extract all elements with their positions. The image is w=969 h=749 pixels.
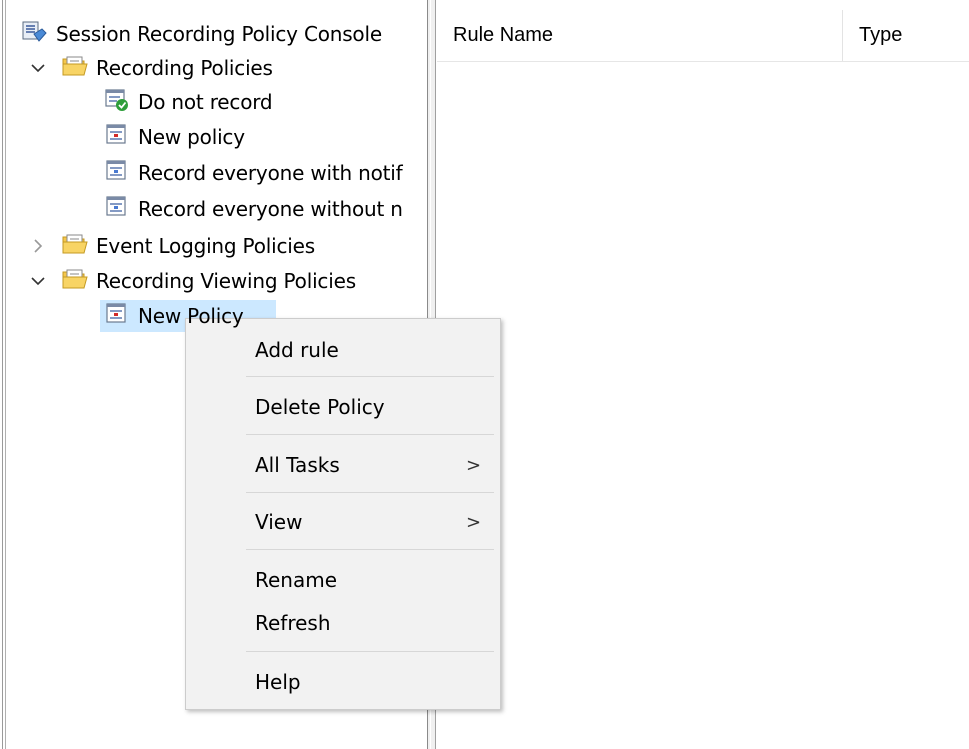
- menu-item-add-rule[interactable]: Add rule: [186, 328, 500, 372]
- tree-node-label: Recording Viewing Policies: [96, 269, 356, 293]
- tree-item-label: New policy: [138, 125, 245, 149]
- tree-item-do-not-record[interactable]: Do not record: [104, 85, 273, 119]
- tree-node-event-logging-policies[interactable]: Event Logging Policies: [28, 229, 315, 263]
- menu-item-rename[interactable]: Rename: [186, 558, 500, 602]
- menu-separator: [246, 549, 494, 550]
- chevron-down-icon[interactable]: [28, 271, 48, 291]
- menu-item-refresh[interactable]: Refresh: [186, 601, 500, 645]
- policy-icon: [104, 195, 130, 224]
- menu-item-delete-policy[interactable]: Delete Policy: [186, 385, 500, 429]
- tree-item-record-everyone-without[interactable]: Record everyone without n: [104, 192, 403, 226]
- chevron-right-icon: >: [466, 511, 482, 533]
- tree-node-label: Recording Policies: [96, 56, 273, 80]
- console-icon: [22, 20, 48, 49]
- menu-item-all-tasks[interactable]: All Tasks >: [186, 443, 500, 487]
- list-header: Rule Name Type: [437, 10, 969, 62]
- policy-icon: [104, 123, 130, 152]
- context-menu: Add rule Delete Policy All Tasks > View …: [185, 318, 501, 710]
- folder-icon: [62, 233, 88, 260]
- column-header-type[interactable]: Type: [843, 10, 969, 61]
- chevron-right-icon: >: [466, 454, 482, 476]
- menu-separator: [246, 376, 494, 377]
- policy-icon: [104, 302, 130, 331]
- menu-item-help[interactable]: Help: [186, 660, 500, 704]
- tree-item-record-everyone-with-notif[interactable]: Record everyone with notif: [104, 156, 403, 190]
- tree-item-new-policy[interactable]: New policy: [104, 120, 245, 154]
- tree-root-label: Session Recording Policy Console: [56, 22, 382, 46]
- tree-node-label: Event Logging Policies: [96, 234, 315, 258]
- menu-separator: [246, 434, 494, 435]
- tree-node-recording-viewing-policies[interactable]: Recording Viewing Policies: [28, 264, 356, 298]
- tree-item-label: New Policy: [138, 304, 244, 328]
- tree-item-label: Record everyone without n: [138, 197, 403, 221]
- rules-list: Rule Name Type: [437, 0, 969, 749]
- menu-item-view[interactable]: View >: [186, 500, 500, 544]
- folder-icon: [62, 55, 88, 82]
- menu-separator: [246, 492, 494, 493]
- folder-icon: [62, 268, 88, 295]
- tree-node-recording-policies[interactable]: Recording Policies: [28, 51, 273, 85]
- tree-item-label: Record everyone with notif: [138, 161, 403, 185]
- window-left-border: [0, 0, 3, 749]
- menu-separator: [246, 651, 494, 652]
- tree-root-console[interactable]: Session Recording Policy Console: [22, 17, 382, 51]
- window-left-border-inner: [5, 0, 6, 749]
- policy-active-icon: [104, 88, 130, 117]
- chevron-right-icon[interactable]: [28, 236, 48, 256]
- policy-icon: [104, 159, 130, 188]
- tree-item-label: Do not record: [138, 90, 273, 114]
- tree-item-new-policy-viewing[interactable]: New Policy: [100, 299, 276, 333]
- chevron-down-icon[interactable]: [28, 58, 48, 78]
- column-header-rule-name[interactable]: Rule Name: [437, 10, 843, 61]
